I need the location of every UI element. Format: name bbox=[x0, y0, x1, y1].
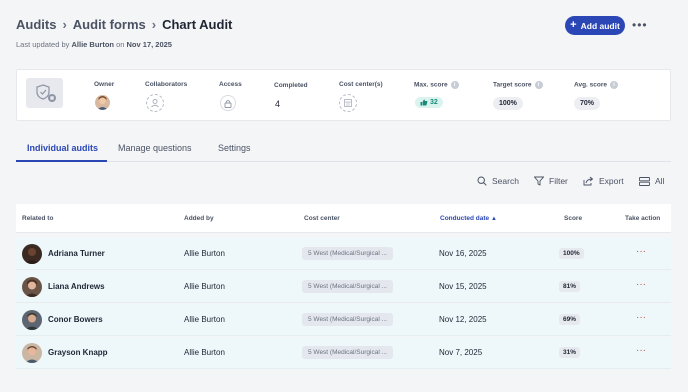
table-row[interactable]: Liana Andrews Allie Burton 5 West (Medic… bbox=[16, 271, 671, 303]
view-toggle-button[interactable]: All bbox=[639, 176, 664, 186]
avatar bbox=[22, 244, 42, 264]
target-score-label: Target score bbox=[493, 81, 532, 89]
max-score-label: Max. score bbox=[414, 81, 448, 89]
audit-summary-card: Owner Collaborators Access Completed 4 C… bbox=[16, 69, 671, 121]
avg-score-badge: 70% bbox=[574, 97, 601, 110]
related-to-name[interactable]: Adriana Turner bbox=[48, 249, 105, 258]
plus-icon: + bbox=[570, 19, 577, 31]
score-badge: 69% bbox=[559, 314, 581, 325]
info-icon[interactable]: i bbox=[450, 81, 459, 89]
col-cost-center[interactable]: Cost center bbox=[304, 215, 340, 222]
col-score[interactable]: Score bbox=[564, 215, 582, 222]
filter-icon bbox=[534, 176, 544, 186]
add-collaborator-icon[interactable] bbox=[146, 94, 164, 112]
tab-settings[interactable]: Settings bbox=[218, 143, 251, 153]
breadcrumb-audit-forms[interactable]: Audit forms bbox=[73, 17, 146, 32]
search-icon bbox=[477, 176, 487, 186]
row-actions-icon[interactable]: ··· bbox=[636, 345, 646, 356]
owner-label: Owner bbox=[94, 81, 115, 88]
updated-by-user: Allie Burton bbox=[71, 40, 114, 49]
add-audit-label: Add audit bbox=[580, 20, 620, 31]
export-button[interactable]: Export bbox=[583, 176, 624, 186]
active-tab-indicator bbox=[16, 160, 107, 162]
tab-bar: Individual audits Manage questions Setti… bbox=[16, 138, 671, 162]
search-button[interactable]: Search bbox=[477, 176, 519, 186]
avatar bbox=[22, 310, 42, 330]
related-to-name[interactable]: Grayson Knapp bbox=[48, 348, 108, 357]
row-actions-icon[interactable]: ··· bbox=[636, 246, 646, 257]
conducted-date: Nov 16, 2025 bbox=[439, 249, 487, 258]
row-actions-icon[interactable]: ··· bbox=[636, 279, 646, 290]
table-row[interactable]: Adriana Turner Allie Burton 5 West (Medi… bbox=[16, 238, 671, 270]
tab-manage-questions[interactable]: Manage questions bbox=[118, 143, 192, 153]
thumbs-up-icon bbox=[420, 99, 428, 106]
avg-score-label-wrap: Avg. score i bbox=[574, 81, 618, 89]
completed-count: 4 bbox=[275, 99, 281, 109]
added-by: Allie Burton bbox=[184, 348, 225, 357]
target-score-badge: 100% bbox=[493, 97, 523, 110]
col-related-to[interactable]: Related to bbox=[22, 215, 53, 222]
col-added-by[interactable]: Added by bbox=[184, 215, 214, 222]
max-score-label-wrap: Max. score i bbox=[414, 81, 459, 89]
lock-icon[interactable] bbox=[220, 95, 236, 111]
audits-table: Related to Added by Cost center Conducte… bbox=[16, 204, 671, 369]
collaborators-label: Collaborators bbox=[145, 81, 188, 88]
list-view-icon bbox=[639, 176, 650, 186]
cost-center-label: Cost center(s) bbox=[339, 81, 383, 88]
avatar bbox=[22, 343, 42, 363]
added-by: Allie Burton bbox=[184, 315, 225, 324]
cost-center-pill: 5 West (Medical/Surgical ... bbox=[302, 346, 393, 359]
more-options-icon[interactable]: ••• bbox=[632, 18, 648, 32]
tab-individual-audits[interactable]: Individual audits bbox=[27, 143, 98, 153]
table-row[interactable]: Conor Bowers Allie Burton 5 West (Medica… bbox=[16, 304, 671, 336]
add-audit-button[interactable]: + Add audit bbox=[565, 16, 625, 35]
export-icon bbox=[583, 176, 594, 186]
chevron-right-icon: › bbox=[62, 17, 67, 32]
conducted-date: Nov 15, 2025 bbox=[439, 282, 487, 291]
score-badge: 100% bbox=[559, 248, 584, 259]
related-to-name[interactable]: Liana Andrews bbox=[48, 282, 105, 291]
filter-button[interactable]: Filter bbox=[534, 176, 568, 186]
conducted-date: Nov 12, 2025 bbox=[439, 315, 487, 324]
sort-ascending-icon: ▲ bbox=[490, 216, 497, 222]
info-icon[interactable]: i bbox=[610, 81, 618, 89]
completed-label: Completed bbox=[274, 82, 308, 89]
breadcrumb-audits[interactable]: Audits bbox=[16, 17, 56, 32]
chevron-right-icon: › bbox=[151, 17, 157, 32]
audit-form-thumbnail bbox=[26, 78, 63, 108]
row-actions-icon[interactable]: ··· bbox=[636, 312, 646, 323]
col-take-action: Take action bbox=[625, 215, 661, 222]
info-icon[interactable]: i bbox=[534, 81, 543, 89]
added-by: Allie Burton bbox=[184, 282, 225, 291]
col-conducted-date[interactable]: Conducted date ▲ bbox=[440, 215, 497, 222]
score-badge: 31% bbox=[559, 347, 581, 358]
added-by: Allie Burton bbox=[184, 249, 225, 258]
owner-avatar[interactable] bbox=[95, 95, 110, 110]
access-label: Access bbox=[219, 81, 242, 88]
table-row[interactable]: Grayson Knapp Allie Burton 5 West (Medic… bbox=[16, 337, 671, 369]
cost-center-pill: 5 West (Medical/Surgical ... bbox=[302, 247, 393, 260]
shield-check-icon bbox=[35, 84, 56, 102]
related-to-name[interactable]: Conor Bowers bbox=[48, 315, 103, 324]
conducted-date: Nov 7, 2025 bbox=[439, 348, 483, 357]
updated-date: Nov 17, 2025 bbox=[126, 40, 172, 49]
score-badge: 81% bbox=[559, 281, 581, 292]
avg-score-label: Avg. score bbox=[574, 81, 607, 89]
page-title: Chart Audit bbox=[162, 17, 233, 32]
cost-center-pill: 5 West (Medical/Surgical ... bbox=[302, 280, 393, 293]
table-header: Related to Added by Cost center Conducte… bbox=[16, 204, 671, 233]
last-updated: Last updated by Allie Burton on Nov 17, … bbox=[16, 40, 172, 49]
avatar bbox=[22, 277, 42, 297]
target-score-label-wrap: Target score i bbox=[493, 81, 543, 89]
cost-center-pill: 5 West (Medical/Surgical ... bbox=[302, 313, 393, 326]
breadcrumb: Audits › Audit forms › Chart Audit bbox=[16, 17, 232, 32]
add-cost-center-icon[interactable] bbox=[339, 94, 357, 112]
max-score-badge: 32 bbox=[415, 97, 443, 108]
